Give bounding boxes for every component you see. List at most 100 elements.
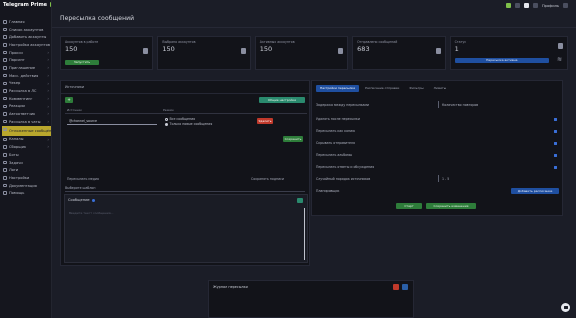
- comment-icon: [3, 96, 7, 101]
- close-icon[interactable]: [393, 284, 399, 290]
- chevron-right-icon: ›: [47, 136, 49, 142]
- sidebar-item-label: Настройки: [9, 175, 30, 180]
- sidebar-item[interactable]: Помощь: [2, 189, 51, 197]
- sidebar-item[interactable]: Отложенные сообщения›: [2, 125, 51, 136]
- sidebar-item[interactable]: Боты: [2, 151, 51, 159]
- sidebar-item[interactable]: Прокси ›: [2, 49, 51, 57]
- tab-schedule[interactable]: Расписание отправки: [361, 85, 403, 92]
- sidebar-item-label: Боты: [9, 152, 19, 157]
- checkbox-captions[interactable]: Сохранять подписи: [251, 177, 284, 181]
- log-title: Журнал пересылки: [213, 285, 248, 289]
- column-header: Режим: [163, 108, 174, 112]
- save-changes-button[interactable]: Сохранить изменения: [426, 203, 476, 209]
- sidebar-nav: Главная Список аккаунтов Добавить аккаунты…: [2, 18, 51, 197]
- editor-title: Сообщение: [68, 198, 90, 202]
- divider: [52, 27, 576, 28]
- sidebar-item[interactable]: Комментинг ›: [2, 95, 51, 103]
- emoji-button[interactable]: [297, 198, 303, 203]
- chevron-right-icon: ›: [47, 65, 49, 71]
- sidebar-item[interactable]: Автоответчик ›: [2, 110, 51, 118]
- card-value: 150: [259, 45, 273, 53]
- toggle[interactable]: [554, 130, 557, 133]
- sidebar-item[interactable]: Настройки: [2, 174, 51, 182]
- card-label: Аккаунтов в работе: [65, 40, 99, 44]
- template-select[interactable]: Выберите шаблон: [65, 186, 95, 190]
- bell-icon[interactable]: [514, 3, 520, 8]
- sidebar-item[interactable]: Добавить аккаунты: [2, 33, 51, 41]
- sidebar-item[interactable]: Масс. действия ›: [2, 72, 51, 80]
- radio-all[interactable]: Все сообщения: [165, 117, 195, 121]
- theme-icon[interactable]: [523, 3, 529, 8]
- settings-tabs: Настройки пересылки Расписание отправки …: [316, 85, 450, 92]
- sidebar-item-label: Задачи: [9, 160, 23, 165]
- divider: [61, 93, 309, 94]
- user-icon: [143, 48, 149, 54]
- tab-limits[interactable]: Лимиты: [430, 85, 451, 92]
- chevron-right-icon: ›: [47, 126, 49, 132]
- logo-icon: [49, 2, 51, 7]
- column-header: Источник: [67, 108, 82, 112]
- sidebar-item[interactable]: Главная: [2, 18, 51, 26]
- sidebar-item[interactable]: Список аккаунтов: [2, 26, 51, 34]
- sidebar-item[interactable]: Рассылка в ЛС ›: [2, 87, 51, 95]
- general-settings-button[interactable]: Общие настройки: [259, 97, 305, 103]
- add-source-button[interactable]: +: [65, 97, 73, 103]
- start-button[interactable]: Запустить: [65, 60, 99, 65]
- message-editor[interactable]: Сообщение Введите текст сообщения...: [64, 194, 308, 263]
- checkbox-media[interactable]: Пересылать медиа: [67, 177, 99, 181]
- forwarding-status-button[interactable]: Пересылка активна: [454, 58, 549, 63]
- save-button[interactable]: Сохранить: [283, 136, 303, 142]
- sidebar-item[interactable]: Рассылка в чаты ›: [2, 118, 51, 126]
- sources-panel: Источники + Общие настройки Источник Реж…: [60, 80, 310, 266]
- sidebar-item[interactable]: Настройка аккаунтов: [2, 41, 51, 49]
- sidebar-item[interactable]: Каналы ›: [2, 136, 51, 144]
- sidebar-item-label: Приглашение: [9, 65, 36, 70]
- setting-value[interactable]: 1 - 5: [442, 177, 449, 181]
- toggle[interactable]: [554, 142, 557, 145]
- scheduler-label: Планировщик: [316, 189, 340, 193]
- language-icon[interactable]: [532, 3, 538, 8]
- sidebar-item[interactable]: Логи: [2, 166, 51, 174]
- stat-card: Выбрано аккаунтов 150: [157, 36, 251, 70]
- setting-row: Скрывать отправителя: [316, 141, 355, 145]
- expand-icon[interactable]: [402, 284, 408, 290]
- panel-header: Источники: [65, 85, 85, 89]
- chevron-right-icon: ›: [47, 111, 49, 117]
- tab-filters[interactable]: Фильтры: [405, 85, 427, 92]
- delete-button[interactable]: Удалить: [257, 118, 273, 124]
- sidebar-item[interactable]: Реакции ›: [2, 103, 51, 111]
- add-schedule-button[interactable]: Добавить расписание: [511, 188, 559, 194]
- toggle[interactable]: [554, 154, 557, 157]
- user-menu[interactable]: Профиль: [542, 4, 559, 8]
- sidebar-item[interactable]: Документация: [2, 182, 51, 190]
- logo-text: Telegram Prime: [3, 2, 48, 8]
- source-input[interactable]: @channel_source: [69, 119, 97, 123]
- scrollbar[interactable]: [304, 208, 305, 260]
- setting-row: Пересылать альбомы: [316, 153, 353, 157]
- settings-icon[interactable]: [563, 3, 568, 8]
- sidebar-item-label: Реакции: [9, 104, 25, 109]
- docs-icon: [3, 183, 7, 188]
- toggle[interactable]: [554, 166, 557, 169]
- sidebar-item-label: Помощь: [9, 191, 25, 196]
- app-logo[interactable]: Telegram Prime: [3, 2, 51, 10]
- sidebar-item[interactable]: Приглашение ›: [2, 64, 51, 72]
- sidebar-item-label: Рассылка в ЛС: [9, 89, 37, 94]
- chat-bubble: [563, 306, 568, 309]
- radio-dot: [165, 122, 168, 126]
- editor-placeholder: Введите текст сообщения...: [69, 211, 114, 215]
- start-forwarding-button[interactable]: Старт: [396, 203, 422, 209]
- sidebar-item-label: Документация: [9, 183, 37, 188]
- stat-card: Аккаунтов в работе 150 Запустить: [60, 36, 154, 70]
- sidebar-item[interactable]: Сборщик ›: [2, 143, 51, 151]
- tab-forwarding[interactable]: Настройки пересылки: [316, 85, 360, 92]
- radio-new[interactable]: Только новые сообщения: [165, 122, 212, 126]
- invite-icon: [3, 66, 7, 70]
- copy-icon: [557, 43, 563, 49]
- status-icon[interactable]: [505, 3, 511, 8]
- sidebar-item[interactable]: Задачи: [2, 159, 51, 167]
- sidebar-item[interactable]: Чекер ›: [2, 80, 51, 88]
- chat-icon[interactable]: [561, 303, 570, 312]
- toggle[interactable]: [554, 118, 557, 121]
- sidebar-item[interactable]: Парсинг ›: [2, 56, 51, 64]
